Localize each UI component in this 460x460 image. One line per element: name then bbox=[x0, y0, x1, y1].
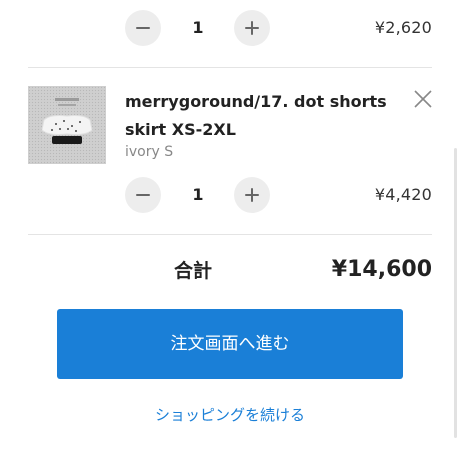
item-price: ¥4,420 bbox=[374, 185, 432, 204]
item-price: ¥2,620 bbox=[374, 18, 432, 37]
continue-shopping-link[interactable]: ショッピングを続ける bbox=[0, 405, 460, 425]
product-variant: ivory S bbox=[125, 144, 174, 160]
product-title[interactable]: merrygoround/17. dot shorts skirt XS-2XL bbox=[125, 88, 395, 144]
remove-item-button[interactable] bbox=[411, 87, 435, 111]
minus-icon bbox=[136, 194, 150, 196]
quantity-value: 1 bbox=[192, 18, 204, 37]
divider bbox=[28, 234, 432, 235]
product-image bbox=[28, 86, 106, 164]
plus-icon bbox=[245, 188, 259, 202]
plus-icon bbox=[245, 21, 259, 35]
checkout-button[interactable]: 注文画面へ進む bbox=[57, 309, 403, 379]
decrease-quantity-button[interactable] bbox=[125, 177, 161, 213]
minus-icon bbox=[136, 27, 150, 29]
increase-quantity-button[interactable] bbox=[234, 177, 270, 213]
scrollbar[interactable] bbox=[454, 148, 457, 438]
decrease-quantity-button[interactable] bbox=[125, 10, 161, 46]
total-value: ¥14,600 bbox=[331, 257, 432, 282]
product-thumbnail[interactable] bbox=[28, 86, 106, 164]
quantity-value: 1 bbox=[192, 185, 204, 204]
close-icon bbox=[414, 90, 432, 108]
total-label: 合計 bbox=[174, 260, 213, 282]
increase-quantity-button[interactable] bbox=[234, 10, 270, 46]
divider bbox=[28, 67, 432, 68]
